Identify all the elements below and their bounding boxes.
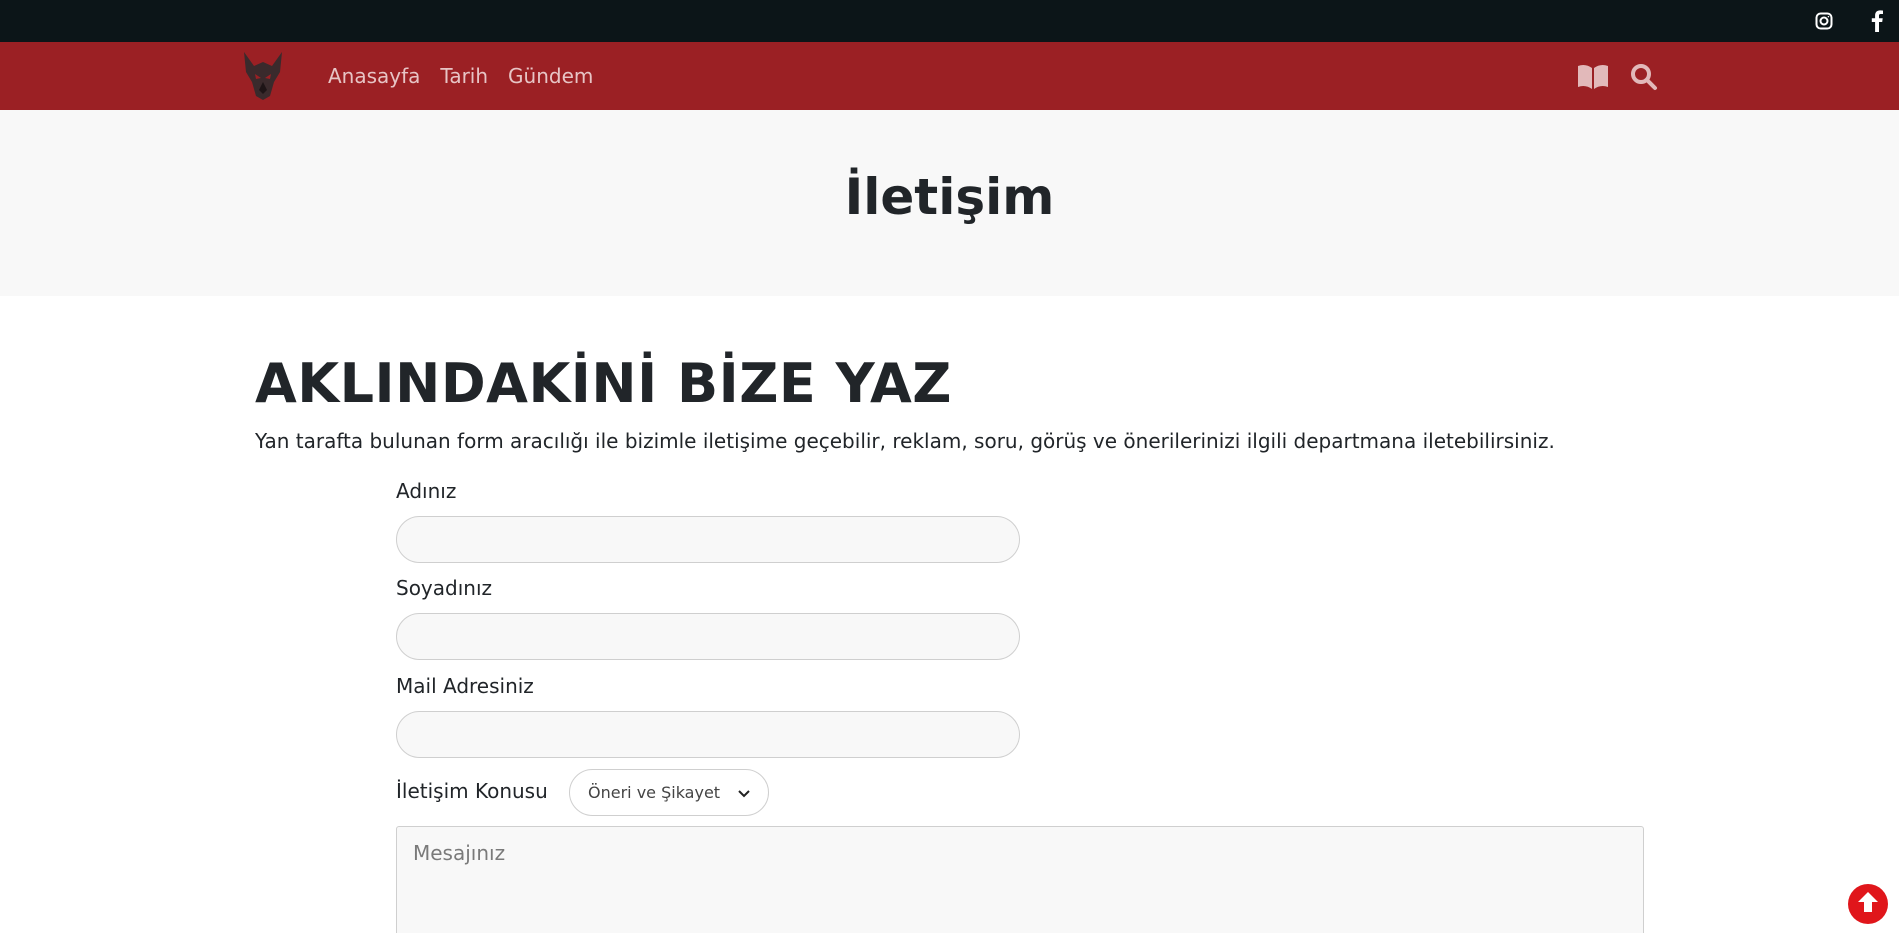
first-name-input[interactable] <box>396 516 1020 563</box>
first-name-label: Adınız <box>396 479 457 503</box>
message-textarea[interactable]: Mesajınız <box>396 826 1644 933</box>
section-description: Yan tarafta bulunan form aracılığı ile b… <box>255 429 1555 453</box>
subject-selected-value: Öneri ve Şikayet <box>588 783 721 802</box>
last-name-label: Soyadınız <box>396 576 493 600</box>
page-hero: İletişim <box>0 110 1899 296</box>
top-bar <box>0 0 1899 42</box>
nav-link-anasayfa[interactable]: Anasayfa <box>328 64 420 88</box>
last-name-input[interactable] <box>396 613 1020 660</box>
arrow-up-icon <box>1855 889 1881 919</box>
subject-label: İletişim Konusu <box>396 779 548 803</box>
nav-link-gundem[interactable]: Gündem <box>508 64 593 88</box>
message-placeholder: Mesajınız <box>413 841 506 865</box>
search-icon[interactable] <box>1627 60 1661 94</box>
section-title: AKLINDAKİNİ BİZE YAZ <box>255 352 952 415</box>
book-icon[interactable] <box>1576 60 1610 94</box>
facebook-icon[interactable] <box>1862 6 1892 36</box>
chevron-down-icon <box>738 783 750 802</box>
subject-select[interactable]: Öneri ve Şikayet <box>569 769 769 816</box>
email-label: Mail Adresiniz <box>396 674 534 698</box>
page-title: İletişim <box>844 168 1055 226</box>
nav-link-tarih[interactable]: Tarih <box>440 64 488 88</box>
main-navbar: Anasayfa Tarih Gündem <box>0 42 1899 110</box>
nav-links: Anasayfa Tarih Gündem <box>328 42 613 110</box>
wolf-head-logo[interactable] <box>238 48 288 102</box>
instagram-icon[interactable] <box>1809 6 1839 36</box>
email-input[interactable] <box>396 711 1020 758</box>
scroll-to-top-button[interactable] <box>1848 884 1888 924</box>
